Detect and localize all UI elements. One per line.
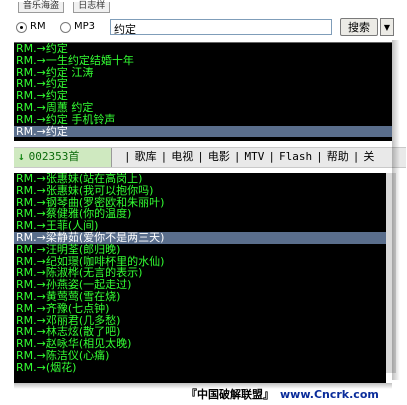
result-row[interactable]: RM.→约定 江涛 — [14, 66, 392, 79]
chevron-down-icon[interactable]: ▼ — [380, 18, 394, 36]
nav-item[interactable]: 电视 — [167, 148, 197, 166]
song-row[interactable]: RM.→齐豫(七点钟) — [14, 302, 386, 315]
song-row[interactable]: RM.→黄莺莺(雪在烧) — [14, 291, 386, 303]
tab-music-pirate[interactable]: 音乐海盗 — [18, 2, 65, 13]
down-arrow-icon: ↓ — [18, 150, 25, 163]
nav-separator: | — [160, 150, 168, 163]
nav-item[interactable]: Flash — [275, 148, 316, 166]
top-tabs: 音乐海盗 日志样 — [18, 0, 398, 13]
nav-home-label: 002353首 — [28, 150, 80, 163]
results-list[interactable]: RM.→约定 RM.→一生约定结婚十年 RM.→约定 江涛 RM.→约定 RM.→约定 R… — [14, 42, 392, 141]
watermark-label: 『中国破解联盟』 — [186, 388, 274, 401]
search-row: RM MP3 约定 搜索 ▼ — [14, 18, 394, 38]
nav-items: | 歌库 | 电视 | 电影 | MTV | Flash | 帮助 | 关 — [124, 148, 378, 166]
app-window: 音乐海盗 日志样 RM MP3 约定 搜索 ▼ RM.→约定 RM.→一生约定结婚… — [0, 0, 407, 405]
result-row[interactable]: RM.→约定 — [14, 125, 392, 138]
watermark-url: www.Cncrk.com — [280, 388, 379, 401]
radio-rm-label: RM — [30, 21, 46, 32]
nav-separator: | — [124, 150, 131, 163]
nav-item[interactable]: 歌库 — [131, 148, 161, 166]
radio-mp3-label: MP3 — [74, 21, 96, 32]
nav-separator: | — [197, 150, 204, 163]
song-row[interactable]: RM.→汪明荃(郎归晚) — [14, 243, 386, 256]
nav-home[interactable]: ↓ 002353首 — [14, 148, 112, 167]
song-list[interactable]: RM.→张惠妹(站在高岗上) RM.→张惠妹(我可以抱你吗) RM.→钢琴曲(罗密欧… — [14, 173, 386, 383]
nav-separator: | — [316, 150, 323, 163]
nav-item[interactable]: MTV — [241, 148, 269, 166]
search-input[interactable]: 约定 — [110, 19, 332, 36]
result-row[interactable]: RM.→周蕙 约定 — [14, 102, 392, 114]
tab-log[interactable]: 日志样 — [73, 2, 111, 13]
nav-separator: | — [268, 150, 275, 163]
radio-rm[interactable] — [16, 22, 27, 33]
song-row[interactable]: RM.→陈洁仪(心痛) — [14, 350, 386, 362]
nav-separator: | — [233, 150, 241, 163]
nav-item[interactable]: 关 — [359, 148, 378, 166]
nav-bar: ↓ 002353首 | 歌库 | 电视 | 电影 | MTV | Flash | 帮助 | 关 — [14, 147, 406, 168]
search-button[interactable]: 搜索 — [340, 18, 378, 36]
song-row[interactable]: RM.→张惠妹(我可以抱你吗) — [14, 184, 386, 197]
radio-mp3[interactable] — [60, 22, 71, 33]
page-shadow-right — [392, 40, 400, 380]
song-row[interactable]: RM.→(烟花) — [14, 361, 386, 374]
nav-item[interactable]: 电影 — [204, 148, 234, 166]
watermark: 『中国破解联盟』 www.Cncrk.com — [186, 386, 406, 402]
result-row[interactable]: RM.→约定 手机铃声 — [14, 113, 392, 126]
nav-separator: | — [352, 150, 360, 163]
nav-item[interactable]: 帮助 — [323, 148, 353, 166]
result-row[interactable]: RM.→一生约定结婚十年 — [14, 54, 392, 67]
result-row[interactable]: RM.→约定 — [14, 78, 392, 90]
song-row[interactable]: RM.→梁静茹(爱你不是两三天) — [14, 232, 386, 244]
